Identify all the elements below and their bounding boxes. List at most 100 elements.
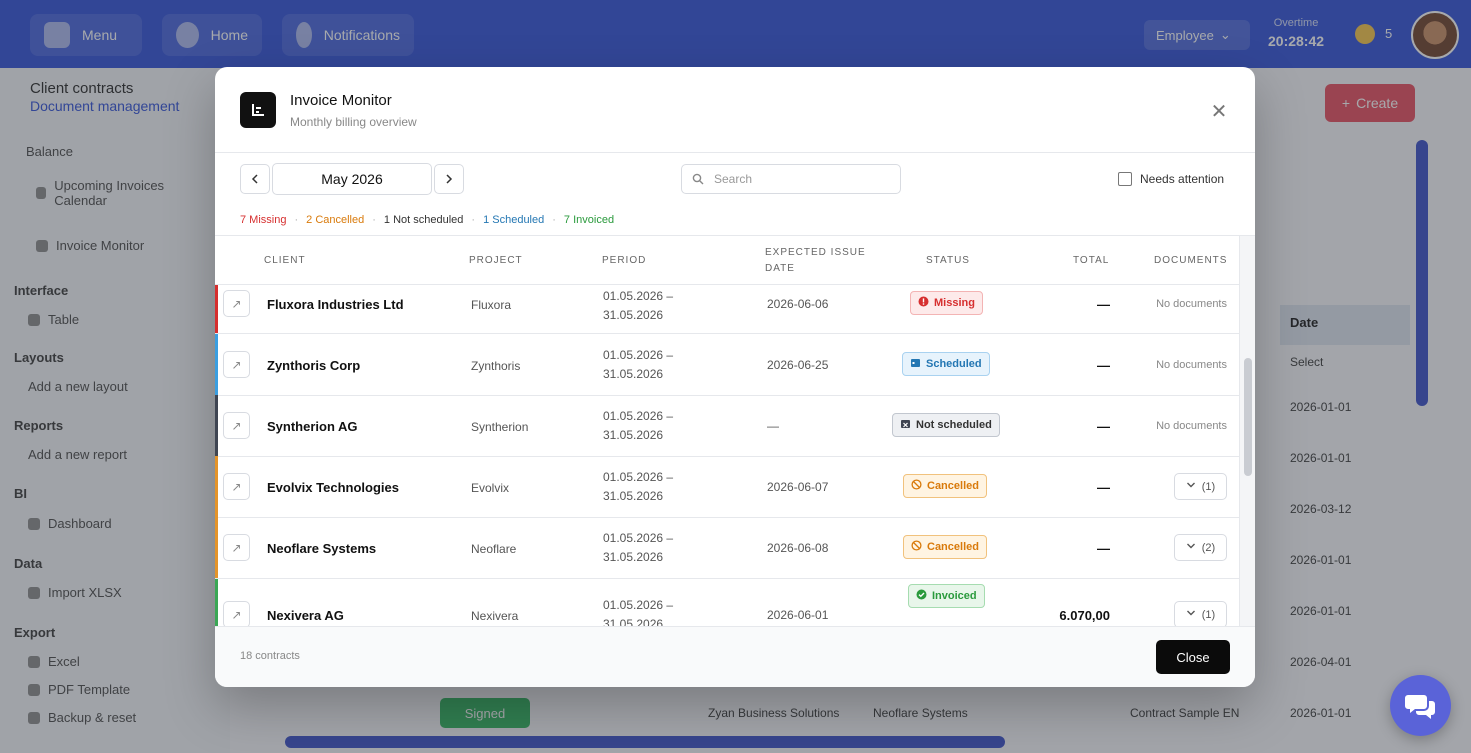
modal-toolbar: May 2026 Needs attention 7 Missing · 2 C… bbox=[215, 153, 1255, 236]
status-badge: Missing bbox=[910, 291, 983, 315]
row-accent bbox=[215, 517, 218, 578]
issue-date-cell: 2026-06-25 bbox=[767, 358, 829, 372]
status-badge: Scheduled bbox=[902, 352, 990, 376]
count-separator: · bbox=[372, 214, 376, 226]
period-cell: 01.05.2026 –31.05.2026 bbox=[603, 598, 674, 626]
issue-date-cell: 2026-06-01 bbox=[767, 608, 829, 622]
contracts-count: 18 contracts bbox=[240, 650, 300, 662]
open-external-icon[interactable]: ↗ bbox=[223, 412, 250, 439]
search-box bbox=[681, 164, 901, 194]
open-external-icon[interactable]: ↗ bbox=[223, 601, 250, 626]
table-header: Client Project Period Expected issue dat… bbox=[215, 236, 1239, 285]
column-period[interactable]: Period bbox=[602, 253, 646, 269]
column-documents[interactable]: Documents bbox=[1154, 253, 1227, 269]
needs-attention-label: Needs attention bbox=[1140, 172, 1225, 186]
row-accent bbox=[215, 285, 218, 333]
table-scrollbar-thumb[interactable] bbox=[1244, 358, 1252, 476]
needs-attention-toggle[interactable]: Needs attention bbox=[1118, 172, 1224, 186]
previous-month-button[interactable] bbox=[240, 164, 270, 194]
column-status[interactable]: Status bbox=[926, 253, 970, 269]
period-cell: 01.05.2026 –31.05.2026 bbox=[603, 348, 674, 381]
row-accent bbox=[215, 579, 218, 626]
modal-subtitle: Monthly billing overview bbox=[290, 115, 417, 129]
period-cell: 01.05.2026 –31.05.2026 bbox=[603, 409, 674, 442]
count-not-scheduled[interactable]: 1 Not scheduled bbox=[384, 214, 464, 226]
calendar-icon bbox=[910, 357, 921, 371]
project-cell: Evolvix bbox=[471, 481, 510, 495]
open-external-icon[interactable]: ↗ bbox=[223, 473, 250, 500]
table-row[interactable]: ↗ Syntherion AG Syntherion 01.05.2026 –3… bbox=[215, 395, 1239, 457]
client-cell: Nexivera AG bbox=[267, 608, 344, 623]
calendar-x-icon bbox=[900, 418, 911, 432]
chevron-left-icon bbox=[251, 174, 258, 184]
table-row[interactable]: ↗ Evolvix Technologies Evolvix 01.05.202… bbox=[215, 456, 1239, 518]
documents-dropdown[interactable]: (1) bbox=[1174, 473, 1227, 500]
documents-cell: No documents bbox=[1156, 420, 1227, 432]
modal-header: Invoice Monitor Monthly billing overview… bbox=[215, 67, 1255, 153]
chevron-down-icon bbox=[1186, 608, 1196, 621]
project-cell: Neoflare bbox=[471, 542, 517, 556]
status-counts: 7 Missing · 2 Cancelled · 1 Not schedule… bbox=[240, 214, 614, 226]
total-cell: — bbox=[1097, 480, 1110, 495]
documents-dropdown[interactable]: (1) bbox=[1174, 601, 1227, 626]
search-icon bbox=[692, 173, 704, 185]
table-row[interactable]: ↗ Fluxora Industries Ltd Fluxora 01.05.2… bbox=[215, 285, 1239, 334]
count-scheduled[interactable]: 1 Scheduled bbox=[483, 214, 544, 226]
row-accent bbox=[215, 334, 218, 395]
table-row[interactable]: ↗ Neoflare Systems Neoflare 01.05.2026 –… bbox=[215, 517, 1239, 579]
client-cell: Zynthoris Corp bbox=[267, 358, 361, 373]
table-row[interactable]: ↗ Zynthoris Corp Zynthoris 01.05.2026 –3… bbox=[215, 334, 1239, 396]
needs-attention-checkbox[interactable] bbox=[1118, 172, 1132, 186]
chat-icon bbox=[1404, 694, 1435, 719]
table-body: ↗ Fluxora Industries Ltd Fluxora 01.05.2… bbox=[215, 285, 1239, 626]
count-missing[interactable]: 7 Missing bbox=[240, 214, 286, 226]
count-separator: · bbox=[471, 214, 476, 226]
issue-date-cell: 2026-06-08 bbox=[767, 541, 829, 555]
month-display[interactable]: May 2026 bbox=[272, 163, 432, 195]
chevron-down-icon bbox=[1186, 541, 1196, 554]
alert-circle-icon bbox=[918, 296, 929, 310]
table-scrollbar[interactable] bbox=[1239, 236, 1255, 626]
modal-footer: 18 contracts Close bbox=[215, 626, 1255, 687]
close-button[interactable]: Close bbox=[1156, 640, 1230, 674]
count-cancelled[interactable]: 2 Cancelled bbox=[306, 214, 364, 226]
ban-icon bbox=[911, 479, 922, 493]
total-cell: — bbox=[1097, 541, 1110, 556]
chat-button[interactable] bbox=[1390, 675, 1451, 736]
client-cell: Fluxora Industries Ltd bbox=[267, 297, 404, 312]
project-cell: Nexivera bbox=[471, 609, 519, 623]
total-cell: 6.070,00 bbox=[1059, 608, 1110, 623]
column-total[interactable]: Total bbox=[1073, 253, 1109, 269]
bar-chart-icon bbox=[240, 92, 276, 128]
table-row[interactable]: ↗ Nexivera AG Nexivera 01.05.2026 –31.05… bbox=[215, 579, 1239, 626]
search-input[interactable] bbox=[714, 172, 894, 186]
next-month-button[interactable] bbox=[434, 164, 464, 194]
client-cell: Syntherion AG bbox=[267, 419, 358, 434]
period-cell: 01.05.2026 –31.05.2026 bbox=[603, 289, 674, 322]
column-expected-issue-date[interactable]: Expected issue date bbox=[765, 245, 875, 277]
open-external-icon[interactable]: ↗ bbox=[223, 351, 250, 378]
column-client[interactable]: Client bbox=[264, 253, 306, 269]
total-cell: — bbox=[1097, 358, 1110, 373]
documents-cell: No documents bbox=[1156, 298, 1227, 310]
row-accent bbox=[215, 395, 218, 456]
status-badge: Invoiced bbox=[908, 584, 985, 608]
chevron-down-icon bbox=[1186, 480, 1196, 493]
project-cell: Syntherion bbox=[471, 420, 529, 434]
documents-cell: No documents bbox=[1156, 359, 1227, 371]
open-external-icon[interactable]: ↗ bbox=[223, 534, 250, 561]
chevron-right-icon bbox=[446, 174, 453, 184]
check-circle-icon bbox=[916, 589, 927, 603]
documents-dropdown[interactable]: (2) bbox=[1174, 534, 1227, 561]
issue-date-cell: 2026-06-06 bbox=[767, 297, 829, 311]
status-badge: Not scheduled bbox=[892, 413, 1000, 437]
open-external-icon[interactable]: ↗ bbox=[223, 290, 250, 317]
issue-date-cell: — bbox=[767, 419, 779, 433]
row-accent bbox=[215, 456, 218, 517]
project-cell: Fluxora bbox=[471, 298, 512, 312]
close-icon[interactable]: ✕ bbox=[1205, 97, 1233, 125]
count-invoiced[interactable]: 7 Invoiced bbox=[564, 214, 614, 226]
issue-date-cell: 2026-06-07 bbox=[767, 480, 829, 494]
column-project[interactable]: Project bbox=[469, 253, 523, 269]
modal-title: Invoice Monitor bbox=[290, 92, 392, 109]
